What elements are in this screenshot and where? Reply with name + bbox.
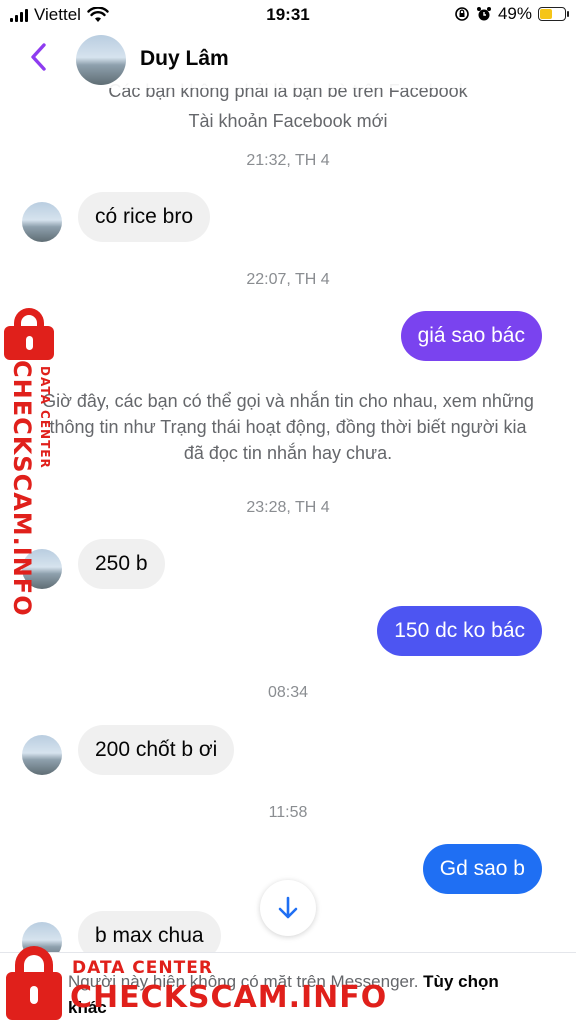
- timestamp: 08:34: [267, 684, 309, 701]
- sender-avatar[interactable]: [22, 549, 62, 589]
- sender-avatar[interactable]: [22, 735, 62, 775]
- battery-icon: [538, 7, 569, 21]
- system-notice-connected: Giờ đây, các bạn có thể gọi và nhắn tin …: [20, 388, 556, 466]
- message-sent[interactable]: 150 dc ko bác: [377, 606, 542, 656]
- message-received[interactable]: 250 b: [78, 539, 165, 589]
- footer-notice-text: Người này hiện không có mặt trên Messeng…: [68, 972, 424, 991]
- system-line: Giờ đây, các bạn có thể gọi và nhắn tin …: [42, 391, 534, 411]
- scroll-to-bottom-button[interactable]: [260, 880, 316, 936]
- alarm-icon: [476, 7, 491, 21]
- system-line: đã đọc tin nhắn hay chưa.: [183, 443, 393, 463]
- timestamp: 11:58: [268, 804, 308, 821]
- system-line: thông tin như Trạng thái hoạt động, đồng…: [49, 417, 527, 437]
- message-received[interactable]: 200 chốt b ơi: [78, 725, 235, 775]
- timestamp: 23:28, TH 4: [246, 499, 330, 516]
- conversation-header: Duy Lâm: [0, 30, 576, 88]
- contact-name[interactable]: Duy Lâm: [140, 47, 229, 71]
- system-line: Tài khoản Facebook mới: [188, 111, 388, 131]
- chevron-left-icon[interactable]: [26, 40, 52, 74]
- message-sent[interactable]: Gd sao b: [422, 844, 542, 894]
- orientation-lock-icon: [455, 7, 469, 21]
- timestamp: 22:07, TH 4: [246, 271, 330, 288]
- sender-avatar[interactable]: [22, 202, 62, 242]
- message-sent[interactable]: giá sao bác: [400, 311, 542, 361]
- lock-logo: [4, 308, 60, 360]
- footer-notice: Người này hiện không có mặt trên Messeng…: [68, 969, 538, 1021]
- arrow-down-icon: [278, 896, 298, 919]
- message-received[interactable]: có rice bro: [78, 192, 211, 242]
- status-icons: 49%: [454, 4, 569, 24]
- status-bar: Viettel 19:31 49%: [0, 0, 576, 30]
- contact-avatar[interactable]: [76, 35, 126, 85]
- unavailable-footer: Người này hiện không có mặt trên Messeng…: [0, 952, 576, 1024]
- timestamp: 21:32, TH 4: [246, 152, 330, 169]
- battery-percent: 49%: [497, 4, 532, 23]
